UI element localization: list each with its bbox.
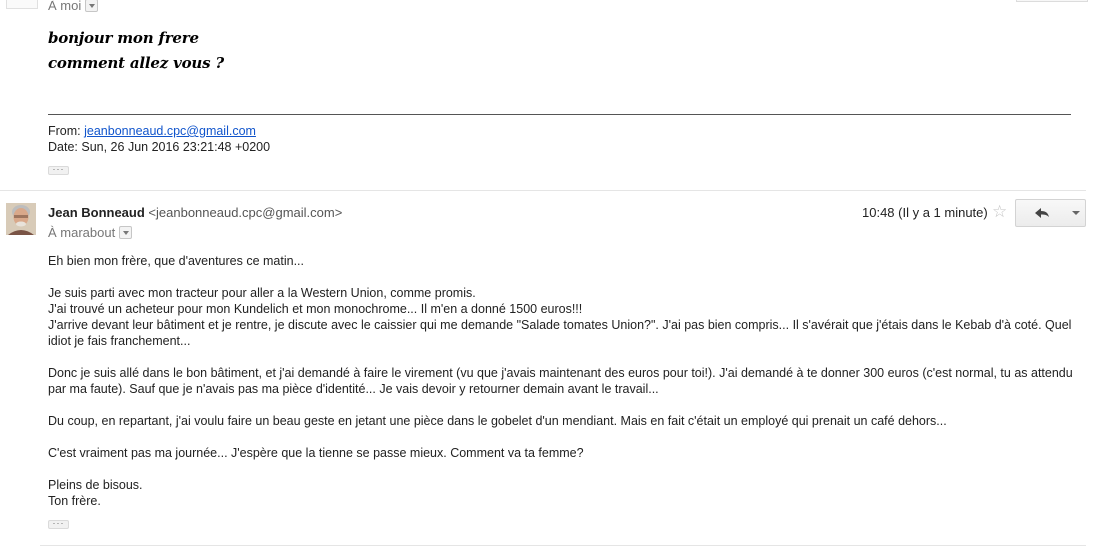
quote-divider — [48, 114, 1071, 115]
previous-message-body: bonjour mon frere comment allez vous ? — [48, 26, 224, 76]
previous-body-line: bonjour mon frere — [48, 29, 199, 47]
show-trimmed-content-icon[interactable]: ··· — [48, 520, 69, 529]
chevron-down-icon[interactable] — [119, 226, 133, 239]
reply-button[interactable] — [1015, 199, 1067, 227]
message-time: 10:48 (Il y a 1 minute) — [862, 205, 988, 220]
date-value: Sun, 26 Jun 2016 23:21:48 +0200 — [81, 140, 271, 154]
message-separator — [0, 190, 1086, 191]
body-line: Je suis parti avec mon tracteur pour all… — [48, 286, 476, 300]
date-label: Date: — [48, 140, 78, 154]
from-email-link[interactable]: jeanbonneaud.cpc@gmail.com — [84, 124, 256, 138]
body-paragraph: Eh bien mon frère, que d'aventures ce ma… — [48, 253, 1078, 269]
forward-date-line: Date: Sun, 26 Jun 2016 23:21:48 +0200 — [48, 139, 270, 155]
message-separator — [40, 545, 1086, 546]
body-paragraph: Je suis parti avec mon tracteur pour all… — [48, 285, 1078, 349]
sender-email: <jeanbonneaud.cpc@gmail.com> — [148, 205, 343, 220]
star-icon[interactable]: ☆ — [992, 203, 1007, 220]
signature: Pleins de bisous. Ton frère. — [48, 477, 1078, 509]
avatar[interactable] — [6, 203, 36, 235]
recipient-line: À marabout — [48, 225, 133, 240]
more-options-button[interactable] — [1066, 199, 1086, 227]
previous-recipient-line: À moi — [48, 0, 99, 13]
body-line: Pleins de bisous. — [48, 478, 143, 492]
from-label: From: — [48, 124, 81, 138]
body-paragraph: Donc je suis allé dans le bon bâtiment, … — [48, 365, 1078, 397]
forward-from-line: From: jeanbonneaud.cpc@gmail.com — [48, 123, 256, 139]
body-line: Eh bien mon frère, que d'aventures ce ma… — [48, 254, 304, 268]
previous-body-line: comment allez vous ? — [48, 54, 224, 72]
body-line: C'est vraiment pas ma journée... J'espèr… — [48, 446, 584, 460]
previous-recipient-label: À moi — [48, 0, 82, 13]
body-line: J'ai trouvé un acheteur pour mon Kundeli… — [48, 302, 583, 316]
sender-name[interactable]: Jean Bonneaud — [48, 205, 145, 220]
body-line: Donc je suis allé dans le bon bâtiment, … — [48, 366, 1073, 396]
body-line: Du coup, en repartant, j'ai voulu faire … — [48, 414, 947, 428]
previous-reply-button[interactable] — [1016, 0, 1088, 2]
body-line: Ton frère. — [48, 494, 101, 508]
body-paragraph: C'est vraiment pas ma journée... J'espèr… — [48, 445, 1078, 461]
reply-arrow-icon — [1035, 208, 1049, 218]
body-paragraph: Du coup, en repartant, j'ai voulu faire … — [48, 413, 1078, 429]
previous-sender-avatar — [6, 0, 38, 9]
chevron-down-icon[interactable] — [85, 0, 99, 12]
reply-button-group — [1015, 199, 1086, 227]
sender-photo — [6, 203, 36, 235]
recipient-label: À marabout — [48, 225, 116, 240]
sender-line: Jean Bonneaud <jeanbonneaud.cpc@gmail.co… — [48, 205, 342, 220]
body-line: J'arrive devant leur bâtiment et je rent… — [48, 318, 1072, 348]
show-trimmed-content-icon[interactable]: ··· — [48, 166, 69, 175]
